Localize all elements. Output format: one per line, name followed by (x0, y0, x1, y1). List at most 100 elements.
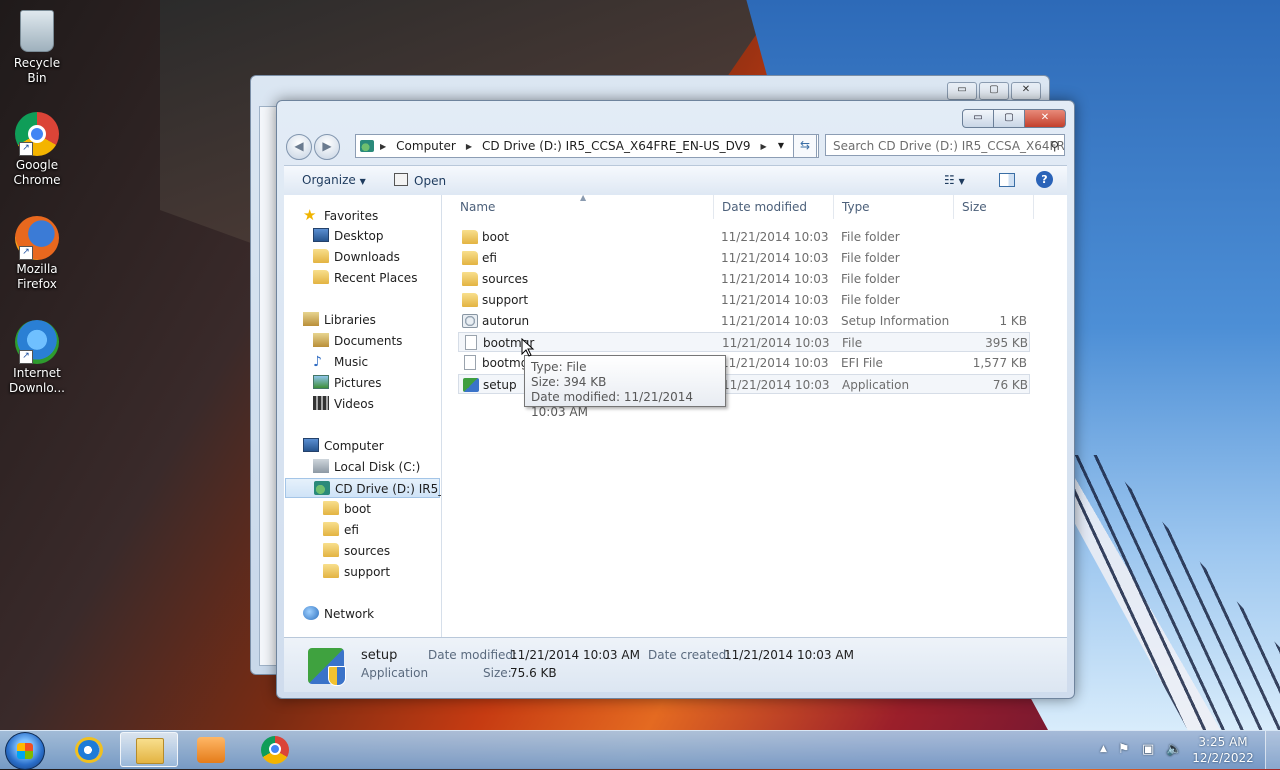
cd-drive-icon (360, 140, 374, 152)
show-desktop-button[interactable] (1265, 731, 1280, 769)
search-input[interactable]: Search CD Drive (D:) IR5_CCSA_X64FR... ⚲ (825, 134, 1065, 156)
file-name: sources (482, 272, 529, 286)
taskbar-windows-explorer[interactable] (120, 732, 178, 767)
breadcrumb-cd-drive[interactable]: CD Drive (D:) IR5_CCSA_X64FRE_EN-US_DV9 (478, 139, 755, 153)
taskbar-media-player[interactable] (182, 732, 240, 767)
nav-folder-boot[interactable]: boot (323, 499, 371, 519)
file-row[interactable]: support 11/21/2014 10:03 ... File folder (458, 290, 1030, 310)
breadcrumb-separator-icon[interactable]: ▶ (374, 142, 392, 151)
file-name: efi (482, 251, 497, 265)
folder-icon (462, 272, 478, 286)
details-size-value: 75.6 KB (510, 666, 557, 680)
chevron-down-icon: ▼ (359, 177, 366, 186)
minimize-button[interactable]: ▭ (962, 109, 994, 128)
file-type: File folder (841, 293, 900, 307)
organize-button[interactable]: Organize ▼ (302, 173, 366, 187)
navigation-pane[interactable]: ★ Favorites Desktop Downloads Recent Plac… (284, 195, 442, 637)
windows-explorer-icon (136, 738, 164, 764)
desktop-icon-internet-download-manager[interactable]: ↗ Internet Downlo... (4, 320, 70, 396)
minimize-button[interactable]: ▭ (947, 82, 977, 100)
nav-recent-places[interactable]: Recent Places (313, 268, 417, 288)
breadcrumb-separator-icon[interactable]: ▶ (754, 142, 772, 151)
close-button[interactable]: ✕ (1025, 109, 1066, 128)
breadcrumb-computer[interactable]: Computer (392, 139, 460, 153)
volume-muted-icon[interactable]: 🔈 (1166, 742, 1182, 757)
help-button[interactable]: ? (1036, 171, 1053, 188)
nav-folder-support[interactable]: support (323, 562, 390, 582)
address-bar[interactable]: ▶ Computer ▶ CD Drive (D:) IR5_CCSA_X64F… (355, 134, 819, 158)
documents-icon (313, 333, 329, 347)
forward-button[interactable]: ▶ (314, 134, 340, 160)
taskbar-internet-explorer[interactable] (60, 732, 118, 767)
preview-pane-button[interactable] (999, 173, 1015, 190)
close-button[interactable]: ✕ (1011, 82, 1041, 100)
view-icon: ☷ (944, 173, 955, 187)
show-hidden-icons-icon[interactable]: ▲ (1100, 744, 1107, 754)
nav-network[interactable]: Network (303, 604, 374, 624)
desktop-icon-label: Google Chrome (13, 158, 61, 187)
desktop-icon-recycle-bin[interactable]: Recycle Bin (4, 8, 70, 86)
file-icon (464, 355, 476, 370)
nav-cd-drive[interactable]: CD Drive (D:) IR5_CC (285, 478, 441, 498)
shortcut-arrow-icon: ↗ (19, 246, 33, 260)
desktop-icon-mozilla-firefox[interactable]: ↗ Mozilla Firefox (4, 216, 70, 292)
open-button[interactable]: Open (394, 173, 446, 188)
start-button[interactable] (5, 732, 45, 770)
nav-music[interactable]: ♪ Music (313, 352, 368, 372)
navigation-bar: ◀ ▶ ▶ Computer ▶ CD Drive (D:) IR5_CCSA_… (285, 133, 1066, 160)
file-date-modified: 11/21/2014 10:03 ... (721, 251, 831, 265)
nav-folder-sources[interactable]: sources (323, 541, 390, 561)
change-view-button[interactable]: ☷ ▼ (944, 173, 965, 187)
column-header-date-modified[interactable]: Date modified (714, 195, 834, 219)
computer-icon (303, 438, 319, 452)
nav-pictures[interactable]: Pictures (313, 373, 382, 393)
videos-icon (313, 396, 329, 410)
nav-computer[interactable]: Computer (303, 436, 384, 456)
open-icon (394, 173, 408, 186)
column-header-size[interactable]: Size (954, 195, 1034, 219)
system-tray: ▲ ⚑ ▣ 🔈 3:25 AM 12/2/2022 (1090, 731, 1280, 769)
file-size: 1,577 KB (972, 356, 1027, 370)
nav-folder-efi[interactable]: efi (323, 520, 359, 540)
file-type: File folder (841, 230, 900, 244)
address-dropdown-icon[interactable]: ▼ (772, 135, 790, 157)
file-size: 76 KB (992, 378, 1028, 392)
uac-shield-icon (328, 666, 346, 686)
breadcrumb-separator-icon[interactable]: ▶ (460, 142, 478, 151)
file-row[interactable]: bootmgr 11/21/2014 10:03 ... File 395 KB (458, 332, 1030, 352)
command-bar: Organize ▼ Open ☷ ▼ ? (284, 165, 1067, 197)
file-date-modified: 11/21/2014 10:03 ... (721, 356, 831, 370)
taskbar: ▲ ⚑ ▣ 🔈 3:25 AM 12/2/2022 (0, 730, 1280, 770)
nav-favorites[interactable]: ★ Favorites (303, 205, 378, 225)
details-modified-value: 11/21/2014 10:03 AM (510, 648, 640, 662)
file-row[interactable]: efi 11/21/2014 10:03 ... File folder (458, 248, 1030, 268)
nav-libraries[interactable]: Libraries (303, 310, 376, 330)
sort-arrow-icon: ▲ (580, 193, 587, 202)
file-size: 395 KB (985, 336, 1028, 350)
nav-videos[interactable]: Videos (313, 394, 374, 414)
file-name: support (482, 293, 529, 307)
nav-documents[interactable]: Documents (313, 331, 402, 351)
taskbar-google-chrome[interactable] (246, 732, 304, 767)
file-tooltip: Type: File Size: 394 KB Date modified: 1… (524, 355, 726, 419)
nav-desktop[interactable]: Desktop (313, 226, 384, 246)
nav-local-disk[interactable]: Local Disk (C:) (313, 457, 420, 477)
maximize-button[interactable]: ▢ (994, 109, 1025, 128)
nav-downloads[interactable]: Downloads (313, 247, 400, 267)
file-row[interactable]: autorun 11/21/2014 10:03 ... Setup Informa… (458, 311, 1030, 331)
file-row[interactable]: sources 11/21/2014 10:03 ... File folder (458, 269, 1030, 289)
refresh-button[interactable]: ⇆ (793, 134, 817, 158)
details-modified-label: Date modified: (428, 648, 518, 662)
desktop-icon-google-chrome[interactable]: ↗ Google Chrome (4, 112, 70, 188)
file-row[interactable]: boot 11/21/2014 10:03 ... File folder (458, 227, 1030, 247)
system-clock[interactable]: 3:25 AM 12/2/2022 (1188, 734, 1258, 766)
column-header-type[interactable]: Type (834, 195, 954, 219)
search-icon[interactable]: ⚲ (1050, 135, 1059, 155)
action-center-flag-icon[interactable]: ⚑ (1118, 742, 1130, 757)
back-button[interactable]: ◀ (286, 134, 312, 160)
network-status-icon[interactable]: ▣ (1142, 742, 1154, 757)
file-type: File folder (841, 272, 900, 286)
desktop-icon-label: Mozilla Firefox (16, 262, 58, 291)
media-player-icon (197, 737, 225, 763)
maximize-button[interactable]: ▢ (979, 82, 1009, 100)
